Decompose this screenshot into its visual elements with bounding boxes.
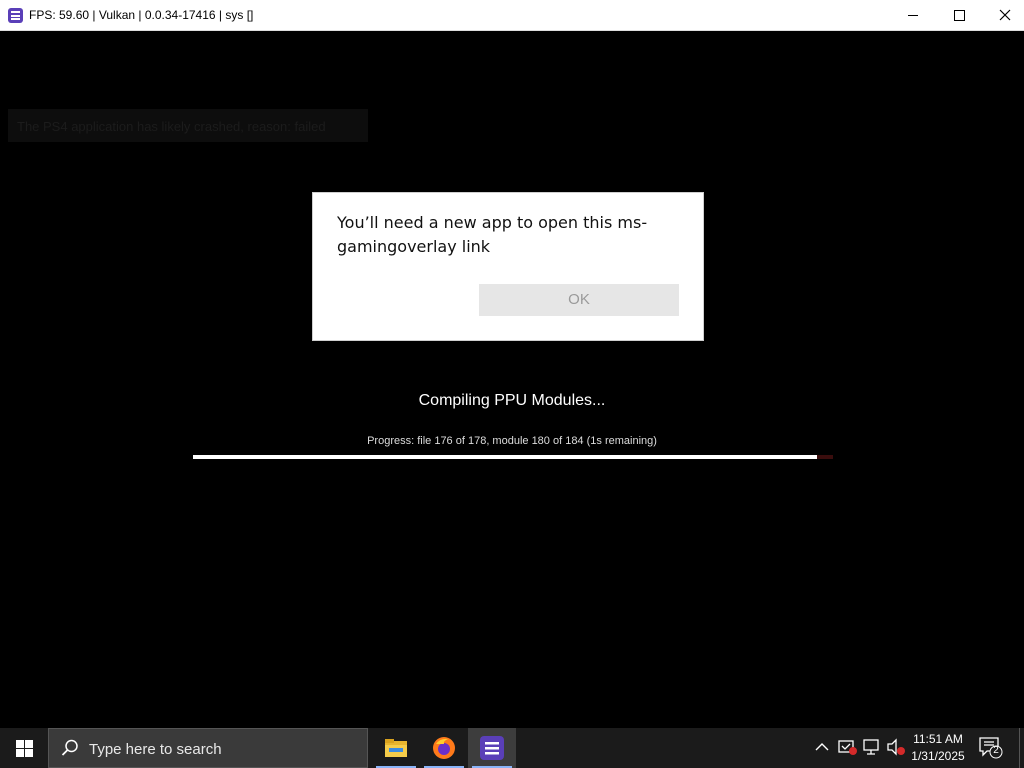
taskbar-firefox[interactable] <box>420 728 468 768</box>
taskbar-file-explorer[interactable] <box>372 728 420 768</box>
taskbar: Type here to search 11:51 AM 1/31/2025 2 <box>0 728 1024 768</box>
show-desktop-button[interactable] <box>1019 728 1020 768</box>
close-icon <box>999 9 1011 21</box>
action-center-button[interactable]: 2 <box>978 736 1004 765</box>
dialog-message: You’ll need a new app to open this ms-ga… <box>337 213 648 256</box>
system-clock[interactable]: 11:51 AM 1/31/2025 <box>905 731 971 765</box>
firefox-icon <box>433 737 455 759</box>
ok-button[interactable]: OK <box>479 284 679 316</box>
progress-text: Progress: file 176 of 178, module 180 of… <box>367 435 657 447</box>
close-button[interactable] <box>982 0 1024 31</box>
minimize-icon <box>908 15 918 16</box>
crash-hint-overlay: The PS4 application has likely crashed, … <box>8 109 368 142</box>
search-placeholder: Type here to search <box>89 741 222 758</box>
search-icon <box>61 739 78 756</box>
volume-muted-icon[interactable] <box>886 738 906 756</box>
compile-title: Compiling PPU Modules... <box>418 392 606 409</box>
maximize-button[interactable] <box>936 0 982 31</box>
title-bar: FPS: 59.60 | Vulkan | 0.0.34-17416 | sys… <box>0 0 1024 31</box>
window-title: FPS: 59.60 | Vulkan | 0.0.34-17416 | sys… <box>29 8 254 22</box>
notification-icon <box>979 737 1003 759</box>
progress-bar <box>193 455 833 459</box>
clock-time: 11:51 AM <box>913 732 963 746</box>
network-icon[interactable] <box>862 738 882 756</box>
app-needed-dialog: You’ll need a new app to open this ms-ga… <box>312 192 704 341</box>
rpcs3-icon <box>480 736 504 760</box>
chevron-up-icon[interactable] <box>815 742 829 752</box>
start-button[interactable] <box>0 728 48 768</box>
minimize-button[interactable] <box>890 0 936 31</box>
crash-hint-text: The PS4 application has likely crashed, … <box>17 119 326 134</box>
security-alert-icon[interactable] <box>838 738 858 756</box>
rpcs3-app-icon <box>8 8 23 23</box>
taskbar-rpcs3[interactable] <box>468 728 516 768</box>
taskbar-search[interactable]: Type here to search <box>48 728 368 768</box>
maximize-icon <box>954 10 965 21</box>
file-explorer-icon <box>385 739 407 757</box>
notification-count: 2 <box>993 745 999 756</box>
progress-bar-fill <box>193 455 817 459</box>
clock-date: 1/31/2025 <box>911 749 965 763</box>
